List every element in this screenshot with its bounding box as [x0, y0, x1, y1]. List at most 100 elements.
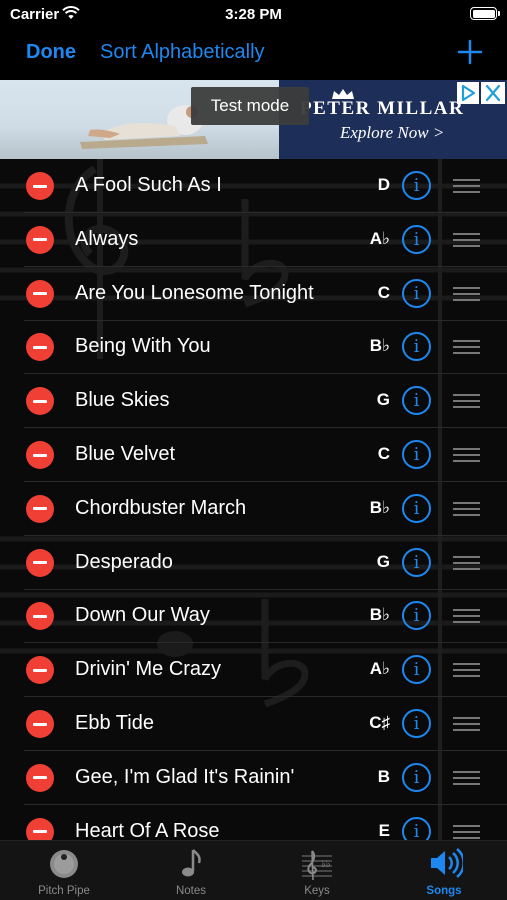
song-key: G [376, 551, 390, 571]
speaker-icon [431, 848, 463, 878]
song-title: Down Our Way [75, 604, 210, 627]
info-icon[interactable]: i [402, 332, 431, 362]
song-title: Chordbuster March [75, 496, 247, 519]
reorder-handle-icon[interactable] [453, 770, 480, 785]
song-title: Blue Velvet [75, 443, 176, 465]
tab-label: Notes [175, 885, 207, 897]
reorder-handle-icon[interactable] [453, 340, 480, 355]
delete-icon[interactable] [26, 333, 54, 362]
reorder-handle-icon[interactable] [453, 609, 480, 624]
info-icon[interactable]: i [402, 547, 431, 577]
song-row[interactable]: Being With You B♭ i [0, 320, 507, 375]
song-key: B♭ [369, 336, 390, 356]
status-bar: Carrier 3:28 PM [0, 0, 507, 30]
song-key: A♭ [369, 228, 390, 248]
tab-pitch-pipe[interactable]: Pitch Pipe [4, 841, 124, 900]
song-row[interactable]: Down Our Way B♭ i [0, 589, 507, 644]
song-title: Are You Lonesome Tonight [75, 281, 314, 304]
info-icon[interactable]: i [402, 224, 431, 254]
reorder-handle-icon[interactable] [453, 179, 480, 193]
song-key: C [377, 282, 390, 302]
song-key: B♭ [369, 497, 390, 517]
tab-keys[interactable]: ♭♭ Keys [257, 841, 377, 900]
info-icon[interactable]: i [402, 278, 431, 308]
song-title: Gee, I'm Glad It's Rainin' [75, 765, 295, 788]
ad-cta-link[interactable]: Explore Now > [340, 123, 444, 143]
reorder-handle-icon[interactable] [453, 717, 480, 731]
song-key: B [377, 766, 390, 786]
song-title: A Fool Such As I [75, 174, 222, 196]
song-title: Ebb Tide [75, 712, 154, 734]
plus-icon[interactable] [457, 39, 483, 65]
battery-icon [470, 7, 500, 20]
song-title: Being With You [75, 335, 211, 358]
delete-icon[interactable] [26, 602, 54, 631]
song-title: Blue Skies [75, 389, 170, 412]
song-key: B♭ [369, 605, 390, 625]
reorder-handle-icon[interactable] [453, 501, 480, 516]
done-button[interactable]: Done [26, 41, 76, 64]
info-icon[interactable]: i [402, 601, 431, 631]
song-row[interactable]: Drivin' Me Crazy A♭ i [0, 643, 507, 698]
ad-brand-name: PETER MILLAR [300, 98, 465, 119]
reorder-handle-icon[interactable] [453, 448, 480, 462]
reorder-handle-icon[interactable] [453, 663, 480, 678]
tab-notes[interactable]: Notes [131, 841, 251, 900]
song-list[interactable]: A Fool Such As I Di Always A♭ i Are You Lones… [0, 159, 507, 840]
song-row[interactable]: Heart Of A Rose Ei [0, 805, 507, 840]
song-row[interactable]: Gee, I'm Glad It's Rainin' Bi [0, 751, 507, 805]
song-key: G [376, 390, 390, 410]
svg-text:♭♭: ♭♭ [321, 859, 331, 870]
song-row[interactable]: Are You Lonesome Tonight Ci [0, 267, 507, 321]
song-title: Drivin' Me Crazy [75, 658, 222, 681]
delete-icon[interactable] [26, 279, 54, 308]
reorder-handle-icon[interactable] [453, 286, 480, 301]
info-icon[interactable]: i [402, 709, 431, 738]
pitch-pipe-icon [50, 850, 78, 878]
delete-icon[interactable] [26, 548, 54, 577]
tab-bar: Pitch Pipe Notes ♭♭ Keys Songs [0, 840, 507, 900]
reorder-handle-icon[interactable] [453, 824, 480, 839]
song-row[interactable]: Always A♭ i [0, 213, 507, 267]
info-icon[interactable]: i [402, 655, 431, 685]
treble-clef-icon: ♭♭ [302, 850, 332, 881]
reorder-handle-icon[interactable] [453, 555, 480, 570]
sort-alphabetically-button[interactable]: Sort Alphabetically [100, 41, 265, 64]
tab-label: Pitch Pipe [38, 885, 90, 897]
song-row[interactable]: A Fool Such As I Di [0, 159, 507, 213]
song-row[interactable]: Desperado Gi [0, 536, 507, 590]
song-row[interactable]: Ebb Tide C♯ i [0, 697, 507, 751]
song-title: Desperado [75, 550, 173, 573]
info-icon[interactable]: i [402, 493, 431, 523]
delete-icon[interactable] [26, 817, 54, 840]
delete-icon[interactable] [26, 172, 54, 200]
delete-icon[interactable] [26, 225, 54, 254]
info-icon[interactable]: i [402, 762, 431, 792]
song-key: E [378, 820, 390, 840]
info-icon[interactable]: i [402, 171, 431, 200]
ad-choices-icon[interactable] [457, 82, 479, 104]
info-icon[interactable]: i [402, 386, 431, 416]
song-title: Heart Of A Rose [75, 819, 220, 840]
close-icon[interactable] [481, 82, 505, 104]
delete-icon[interactable] [26, 387, 54, 416]
reorder-handle-icon[interactable] [453, 394, 480, 409]
tab-songs[interactable]: Songs [384, 841, 504, 900]
tab-label: Songs [426, 885, 462, 897]
song-row[interactable]: Blue Velvet Ci [0, 428, 507, 482]
info-icon[interactable]: i [402, 816, 431, 840]
info-icon[interactable]: i [402, 440, 431, 469]
delete-icon[interactable] [26, 763, 54, 792]
delete-icon[interactable] [26, 656, 54, 685]
delete-icon[interactable] [26, 710, 54, 738]
song-title: Always [75, 227, 139, 250]
song-key: A♭ [369, 659, 390, 679]
tab-label: Keys [304, 885, 330, 897]
delete-icon[interactable] [26, 441, 54, 469]
ad-test-mode-label: Test mode [191, 87, 309, 125]
song-row[interactable]: Blue Skies Gi [0, 374, 507, 429]
reorder-handle-icon[interactable] [453, 232, 480, 247]
music-note-icon [182, 849, 201, 877]
delete-icon[interactable] [26, 494, 54, 523]
song-row[interactable]: Chordbuster March B♭ i [0, 482, 507, 536]
